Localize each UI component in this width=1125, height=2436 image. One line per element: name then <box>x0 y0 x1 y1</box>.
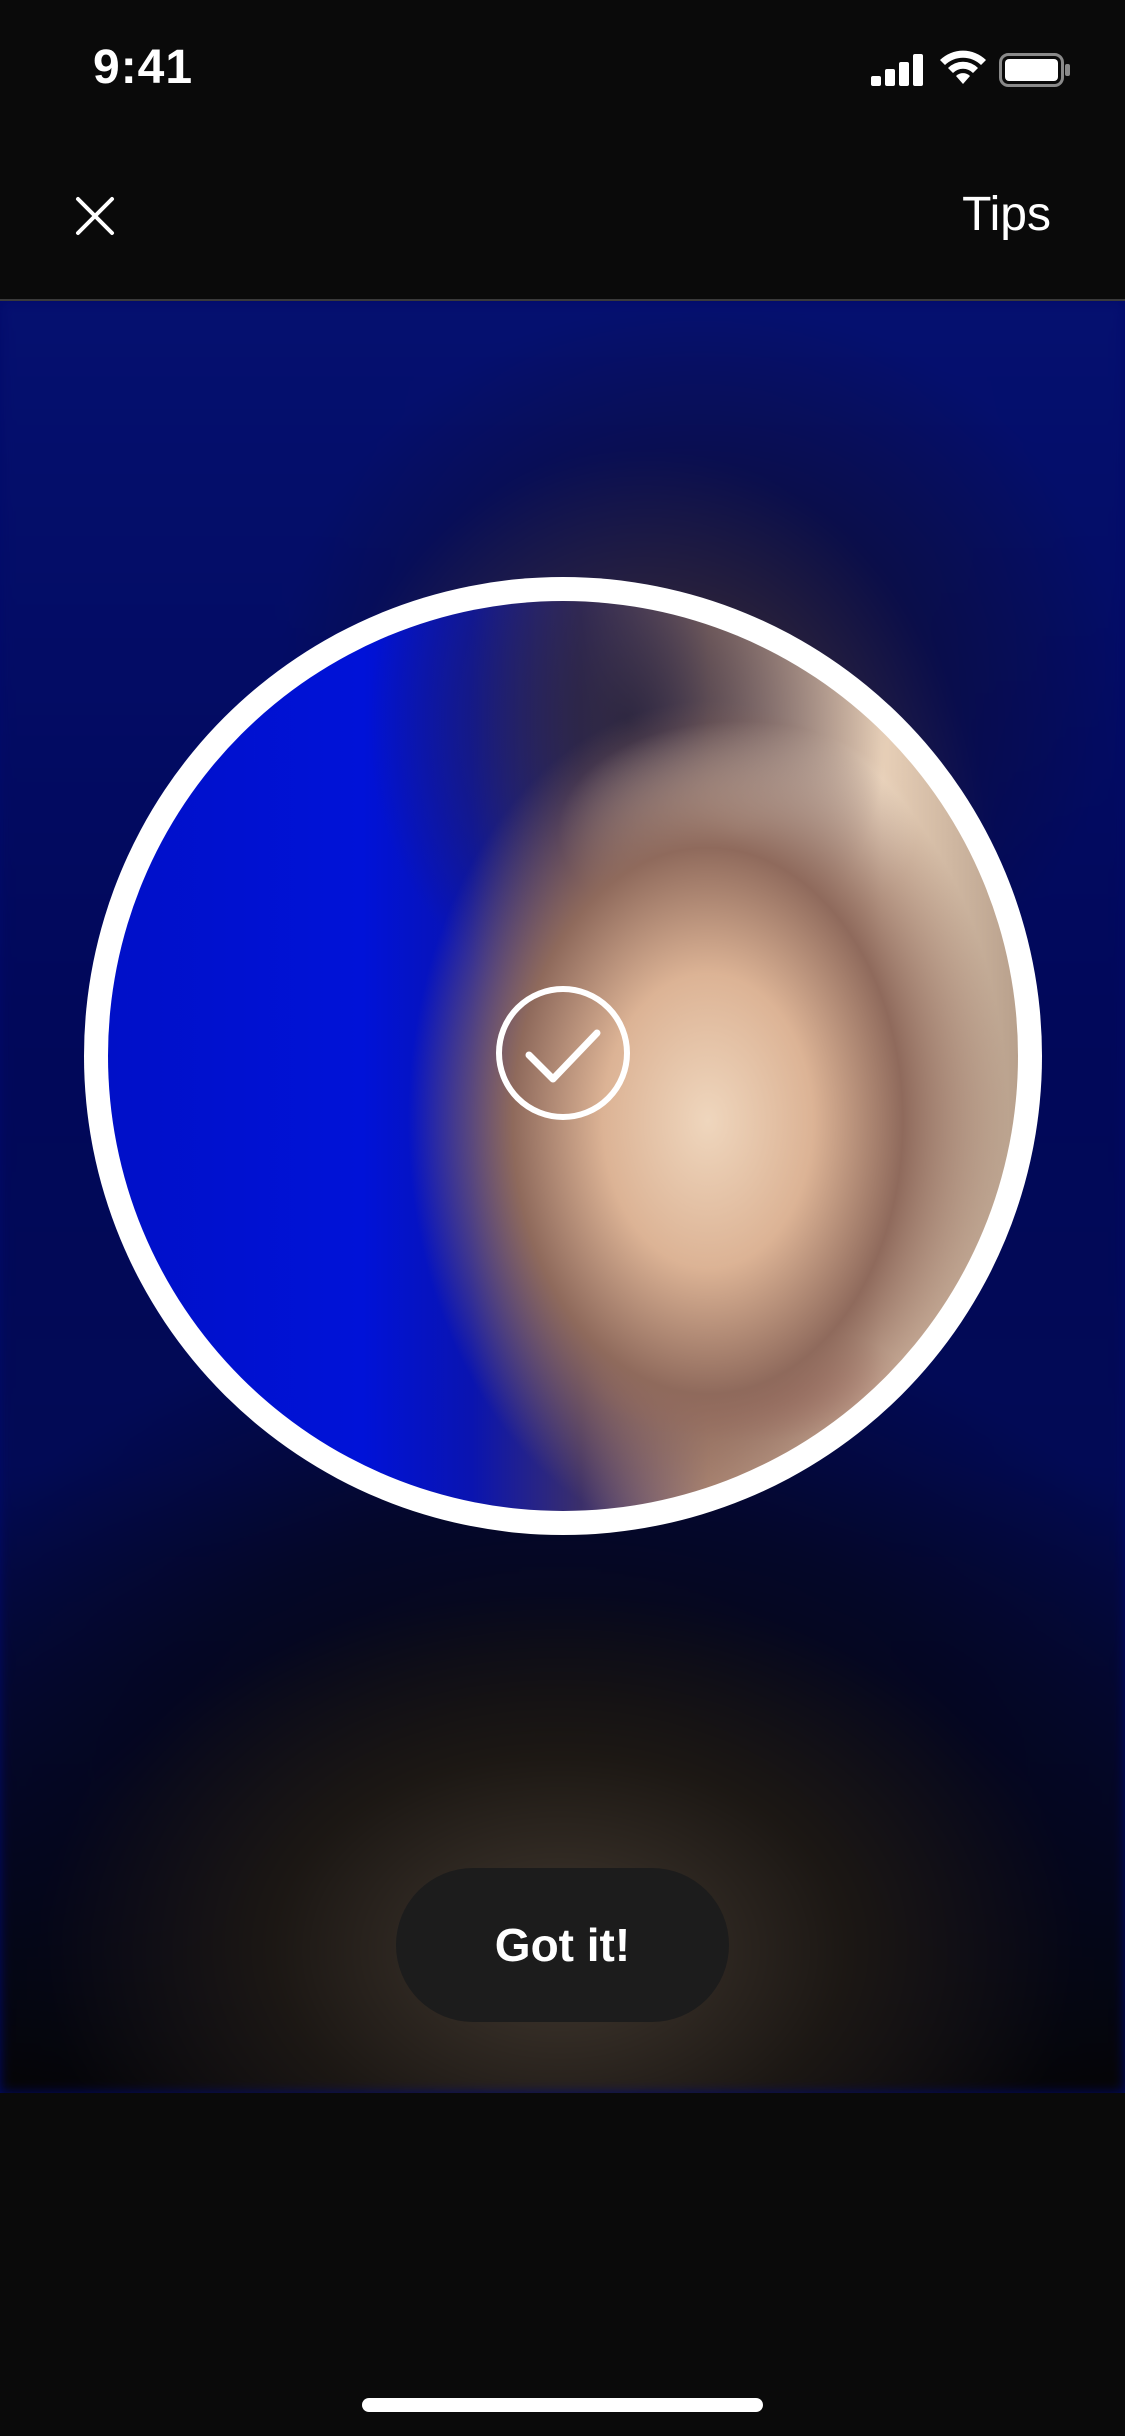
nav-bar: Tips <box>0 135 1125 301</box>
tips-button[interactable]: Tips <box>962 187 1051 242</box>
status-bar: 9:41 <box>0 0 1125 135</box>
bottom-area <box>0 2093 1125 2436</box>
close-button[interactable] <box>62 183 128 249</box>
got-it-button[interactable]: Got it! <box>396 1868 729 2022</box>
status-time: 9:41 <box>93 41 194 94</box>
cellular-signal-icon <box>871 54 923 86</box>
camera-preview <box>0 301 1125 2093</box>
battery-icon <box>999 53 1070 87</box>
close-icon <box>76 197 114 235</box>
status-icons <box>871 50 1081 90</box>
check-icon <box>496 986 630 1120</box>
home-indicator[interactable] <box>362 2398 763 2412</box>
wifi-icon <box>940 50 986 84</box>
